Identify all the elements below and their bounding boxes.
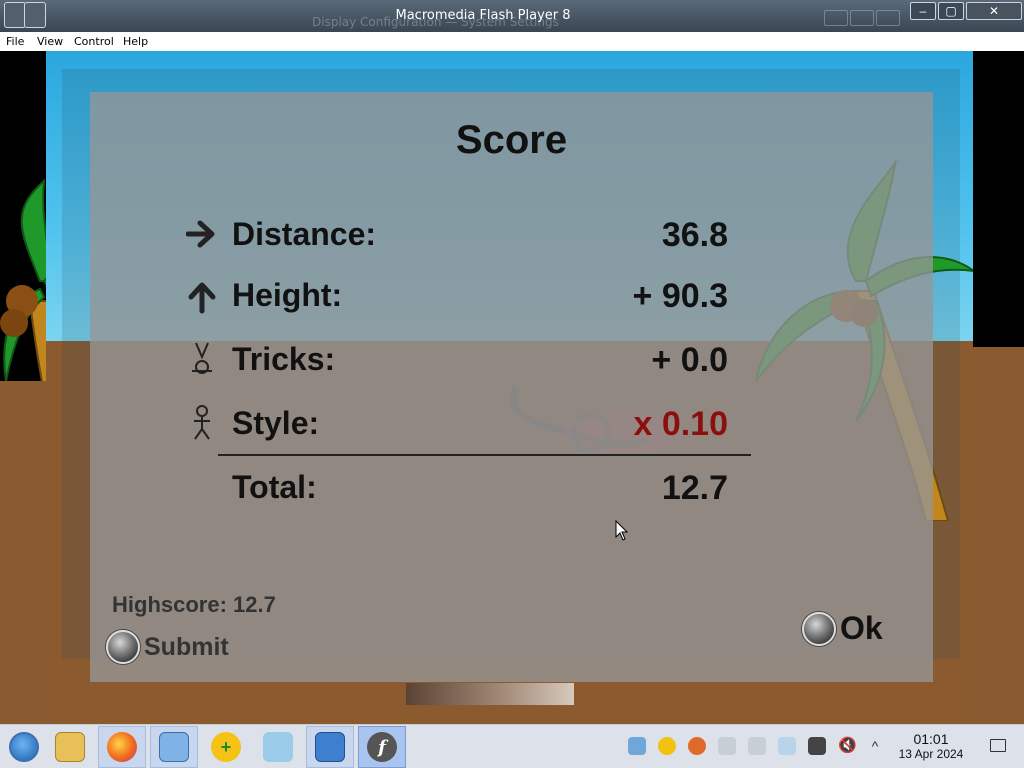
score-row-tricks: Tricks: + 0.0 bbox=[186, 339, 728, 379]
flash-icon: f bbox=[367, 732, 397, 762]
show-desktop-button[interactable] bbox=[990, 739, 1006, 752]
clock-time: 01:01 bbox=[913, 731, 949, 747]
height-label: Height: bbox=[232, 277, 343, 313]
orb-icon bbox=[802, 611, 836, 646]
style-label: Style: bbox=[232, 405, 320, 441]
settings-monitor-icon bbox=[159, 732, 189, 762]
tray-install-icon[interactable] bbox=[658, 737, 676, 755]
total-label: Total: bbox=[232, 469, 317, 505]
chevron-up-icon[interactable]: ^ bbox=[866, 737, 884, 755]
close-button[interactable]: ✕ bbox=[966, 2, 1022, 20]
maximize-button[interactable]: ▢ bbox=[938, 2, 964, 20]
mouse-cursor bbox=[615, 520, 629, 541]
taskbar-system-settings[interactable] bbox=[150, 726, 198, 768]
submit-button[interactable]: Submit bbox=[106, 630, 229, 664]
stick-figure-icon bbox=[194, 405, 210, 440]
score-row-style: Style: x 0.10 bbox=[186, 403, 728, 443]
score-row-distance: Distance: 36.8 bbox=[186, 214, 728, 254]
taskbar-firefox[interactable] bbox=[98, 726, 146, 768]
tricks-label: Tricks: bbox=[232, 341, 336, 377]
menu-help[interactable]: Help bbox=[123, 35, 148, 48]
tray-stop-icon[interactable] bbox=[688, 737, 706, 755]
score-row-total: Total: 12.7 bbox=[186, 467, 728, 507]
taskbar-file-manager[interactable] bbox=[46, 726, 94, 768]
highscore-text: Highscore: 12.7 bbox=[112, 592, 276, 617]
folder-icon bbox=[55, 732, 85, 762]
height-value: + 90.3 bbox=[632, 277, 728, 315]
menu-bar: File View Control Help bbox=[0, 32, 1024, 51]
add-software-icon: + bbox=[211, 732, 241, 762]
score-row-height: Height: + 90.3 bbox=[186, 275, 728, 315]
style-value: x 0.10 bbox=[633, 405, 728, 443]
arrow-right-icon bbox=[186, 220, 215, 248]
rider-icon bbox=[192, 342, 212, 374]
tray-clipboard-icon[interactable] bbox=[778, 737, 796, 755]
power-meter bbox=[406, 683, 574, 705]
tray-key2-icon[interactable] bbox=[748, 737, 766, 755]
start-orb-icon bbox=[9, 732, 39, 762]
tray-key-icon[interactable] bbox=[718, 737, 736, 755]
submit-label: Submit bbox=[144, 632, 229, 661]
window-title: Macromedia Flash Player 8 bbox=[395, 8, 571, 23]
tray-update-icon[interactable] bbox=[628, 737, 646, 755]
taskbar-cleaner[interactable] bbox=[254, 726, 302, 768]
minimize-button[interactable]: – bbox=[910, 2, 936, 20]
firefox-icon bbox=[107, 732, 137, 762]
start-button[interactable] bbox=[0, 726, 48, 768]
total-value: 12.7 bbox=[661, 469, 728, 507]
total-divider bbox=[218, 454, 751, 456]
taskbar-flash-player[interactable]: f bbox=[358, 726, 406, 768]
menu-file[interactable]: File bbox=[6, 35, 24, 48]
broom-icon bbox=[263, 732, 293, 762]
score-panel: Score Distance: 36.8 Height: + 90.3 Tric… bbox=[90, 92, 933, 682]
flash-game-area[interactable]: Score Distance: 36.8 Height: + 90.3 Tric… bbox=[0, 51, 1024, 724]
window-titlebar[interactable]: Display Configuration — System Settings … bbox=[0, 0, 1024, 32]
tricks-value: + 0.0 bbox=[651, 341, 728, 379]
taskbar-archive-manager[interactable] bbox=[306, 726, 354, 768]
ok-label: Ok bbox=[840, 610, 883, 646]
archive-icon bbox=[315, 732, 345, 762]
score-title: Score bbox=[455, 118, 568, 162]
menu-view[interactable]: View bbox=[37, 35, 63, 48]
distance-value: 36.8 bbox=[661, 216, 728, 254]
taskbar: + f 🔇 ^ 01:01 13 Apr 2024 bbox=[0, 724, 1024, 768]
clock-date: 13 Apr 2024 bbox=[898, 747, 964, 761]
tray-notes-icon[interactable] bbox=[808, 737, 826, 755]
distance-label: Distance: bbox=[232, 216, 377, 252]
arrow-up-icon bbox=[188, 282, 216, 314]
menu-control[interactable]: Control bbox=[74, 35, 114, 48]
orb-icon bbox=[106, 630, 140, 664]
ok-button[interactable]: Ok bbox=[802, 610, 883, 647]
taskbar-app-installer[interactable]: + bbox=[202, 726, 250, 768]
volume-muted-icon[interactable]: 🔇 bbox=[838, 737, 857, 755]
taskbar-clock[interactable]: 01:01 13 Apr 2024 bbox=[888, 732, 974, 762]
